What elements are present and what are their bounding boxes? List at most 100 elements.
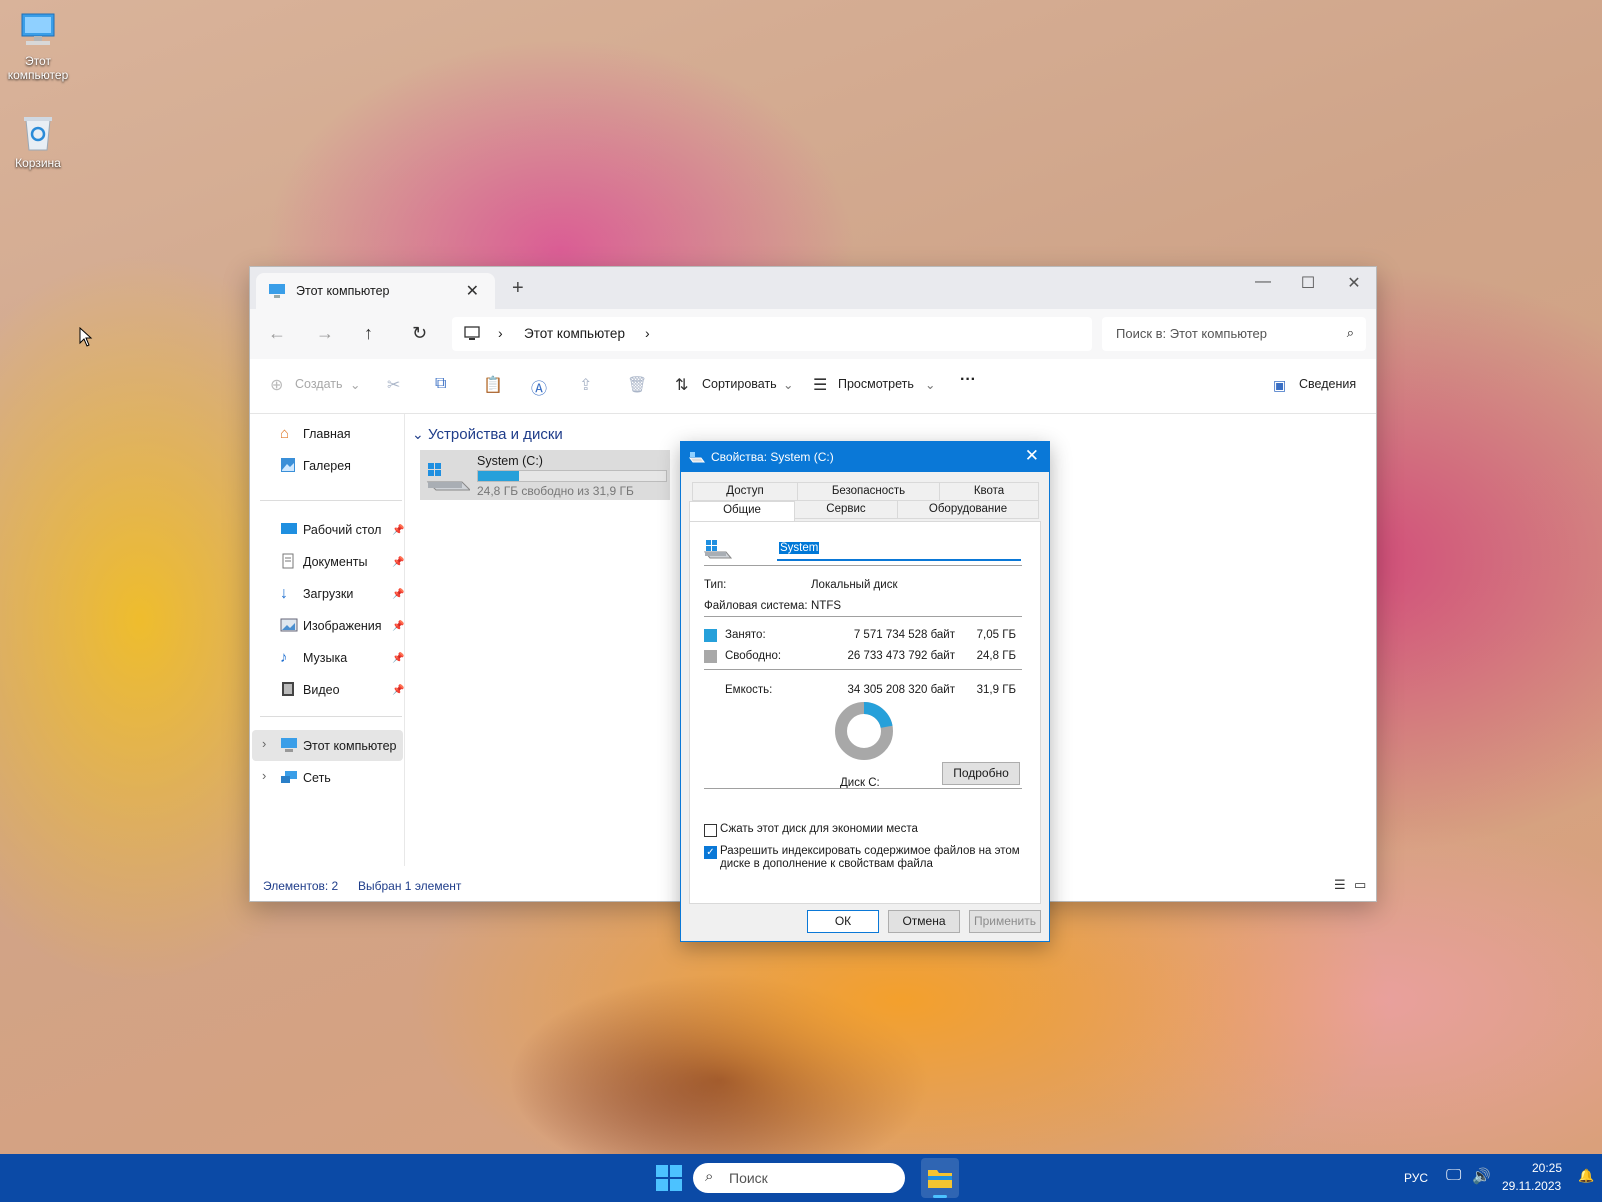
documents-icon — [280, 553, 298, 569]
volume-icon[interactable]: 🔊 — [1472, 1167, 1491, 1185]
taskbar-search-input[interactable]: Поиск — [729, 1170, 768, 1186]
apply-button[interactable]: Применить — [969, 910, 1041, 933]
chevron-right-icon[interactable]: › — [262, 736, 266, 751]
cancel-button[interactable]: Отмена — [888, 910, 960, 933]
disk-usage-donut — [835, 702, 893, 760]
chevron-right-icon[interactable]: › — [262, 768, 266, 783]
delete-icon[interactable]: 🗑 — [627, 375, 647, 395]
details-button[interactable]: Сведения — [1299, 377, 1356, 391]
create-button[interactable]: Создать — [295, 377, 343, 391]
sort-button[interactable]: Сортировать — [702, 377, 777, 391]
view-icon: ☰ — [813, 377, 828, 394]
tab-quota[interactable]: Квота — [939, 482, 1039, 501]
back-icon[interactable]: ← — [268, 323, 286, 344]
chevron-down-icon: ⌄ — [783, 378, 794, 392]
pin-icon: 📌 — [392, 589, 405, 600]
close-window-button[interactable]: ✕ — [1334, 273, 1374, 293]
taskbar-search[interactable]: ⌕ Поиск — [693, 1163, 905, 1193]
details-view-icon[interactable]: ☰ — [1334, 877, 1346, 893]
tiles-view-icon[interactable]: ▭ — [1354, 877, 1366, 893]
refresh-icon[interactable]: ↻ — [412, 323, 427, 344]
new-tab-button[interactable]: + — [512, 277, 524, 300]
rename-icon[interactable]: Ⓐ — [531, 375, 547, 399]
chevron-down-icon: ⌄ — [925, 378, 936, 392]
index-label-line1: Разрешить индексировать содержимое файло… — [720, 845, 1020, 857]
notification-icon[interactable]: 🔔 — [1578, 1168, 1594, 1184]
general-panel: System Тип: Локальный диск Файловая сист… — [689, 521, 1041, 904]
volume-name-input[interactable]: System — [777, 539, 1021, 561]
system-drive-icon — [703, 538, 733, 565]
search-icon: ⌕ — [705, 1168, 714, 1185]
share-icon[interactable]: ⇪ — [579, 375, 592, 395]
computer-icon — [269, 284, 285, 298]
index-checkbox[interactable]: ✓ — [704, 846, 717, 859]
filesystem-label: Файловая система: — [704, 600, 808, 612]
properties-dialog: Свойства: System (C:) ✕ Доступ Безопасно… — [680, 441, 1050, 942]
compress-label: Сжать этот диск для экономии места — [720, 823, 918, 835]
paste-icon[interactable]: 📋 — [483, 375, 503, 395]
used-bytes: 7 571 734 528 байт — [853, 629, 955, 641]
search-icon: ⌕ — [1346, 325, 1354, 340]
tab-this-pc[interactable]: Этот компьютер ✕ — [256, 273, 495, 309]
up-icon[interactable]: ↑ — [364, 323, 373, 344]
tab-security[interactable]: Безопасность — [797, 482, 940, 501]
file-explorer-taskbar-button[interactable] — [921, 1158, 959, 1198]
chevron-right-icon[interactable]: › — [645, 325, 650, 341]
chevron-down-icon[interactable]: ⌄ — [412, 426, 424, 443]
music-icon: ♪ — [280, 649, 288, 666]
capacity-gb: 31,9 ГБ — [976, 684, 1016, 696]
selected-count: Выбран 1 элемент — [358, 879, 462, 893]
minimize-button[interactable]: — — [1243, 273, 1283, 291]
copy-icon[interactable]: ⧉ — [435, 375, 446, 393]
dialog-title-bar: Свойства: System (C:) ✕ — [681, 442, 1049, 472]
pin-icon: 📌 — [392, 557, 405, 568]
details-pane-icon: ▣ — [1273, 377, 1287, 393]
clock-date[interactable]: 29.11.2023 — [1502, 1179, 1561, 1193]
breadcrumb-this-pc[interactable]: Этот компьютер — [524, 326, 625, 341]
ok-button[interactable]: ОК — [807, 910, 879, 933]
tab-general[interactable]: Общие — [689, 501, 795, 521]
item-count: Элементов: 2 — [263, 879, 339, 893]
search-box[interactable]: Поиск в: Этот компьютер ⌕ — [1102, 317, 1366, 351]
title-bar: Этот компьютер ✕ + — ☐ ✕ — [250, 267, 1376, 309]
tab-hardware[interactable]: Оборудование — [897, 500, 1039, 519]
desktop-icon-recycle-bin[interactable]: Корзина — [0, 112, 76, 170]
cut-icon[interactable]: ✂ — [387, 375, 400, 395]
desktop-icon-this-pc[interactable]: Этот компьютер — [0, 10, 76, 82]
index-label-line2: диске в дополнение к свойствам файла — [720, 858, 933, 870]
pin-icon: 📌 — [392, 653, 405, 664]
close-dialog-button[interactable]: ✕ — [1025, 446, 1039, 466]
navigation-bar: ← → ↑ ↻ › Этот компьютер › Поиск в: Этот… — [250, 309, 1376, 359]
tab-tools[interactable]: Сервис — [794, 500, 898, 519]
start-button[interactable] — [656, 1165, 682, 1194]
more-options-button[interactable]: ··· — [960, 371, 976, 389]
language-indicator[interactable]: РУС — [1404, 1171, 1428, 1185]
maximize-button[interactable]: ☐ — [1288, 273, 1328, 293]
capacity-label: Емкость: — [725, 684, 773, 696]
tab-sharing[interactable]: Доступ — [692, 482, 798, 501]
command-bar: ⊕ Создать ⌄ ✂ ⧉ 📋 Ⓐ ⇪ 🗑 ⇅ Сортировать ⌄ … — [250, 359, 1376, 414]
computer-icon — [18, 10, 58, 50]
compress-checkbox[interactable] — [704, 824, 717, 837]
desktop-icon-label: Этот компьютер — [7, 54, 69, 82]
clock-time[interactable]: 20:25 — [1532, 1161, 1562, 1175]
gallery-icon — [280, 457, 298, 473]
drive-item-c[interactable]: System (C:) 24,8 ГБ свободно из 31,9 ГБ — [420, 450, 670, 500]
network-icon — [280, 769, 298, 785]
forward-icon[interactable]: → — [316, 323, 334, 344]
view-button[interactable]: Просмотреть — [838, 377, 914, 391]
close-tab-icon[interactable]: ✕ — [466, 281, 479, 301]
filesystem-value: NTFS — [811, 600, 842, 612]
details-button[interactable]: Подробно — [942, 762, 1020, 785]
network-status-icon[interactable]: 🖵 — [1446, 1167, 1461, 1185]
desktop-folder-icon — [280, 521, 298, 537]
address-bar[interactable]: › Этот компьютер › — [452, 317, 1092, 351]
mouse-cursor-icon — [79, 327, 93, 347]
capacity-bytes: 34 305 208 320 байт — [847, 684, 955, 696]
windows-logo-icon — [656, 1165, 682, 1191]
home-icon: ⌂ — [280, 425, 290, 442]
search-input[interactable]: Поиск в: Этот компьютер — [1116, 326, 1267, 341]
type-label: Тип: — [704, 579, 727, 591]
group-header[interactable]: Устройства и диски — [428, 426, 563, 443]
tab-title: Этот компьютер — [296, 284, 390, 298]
